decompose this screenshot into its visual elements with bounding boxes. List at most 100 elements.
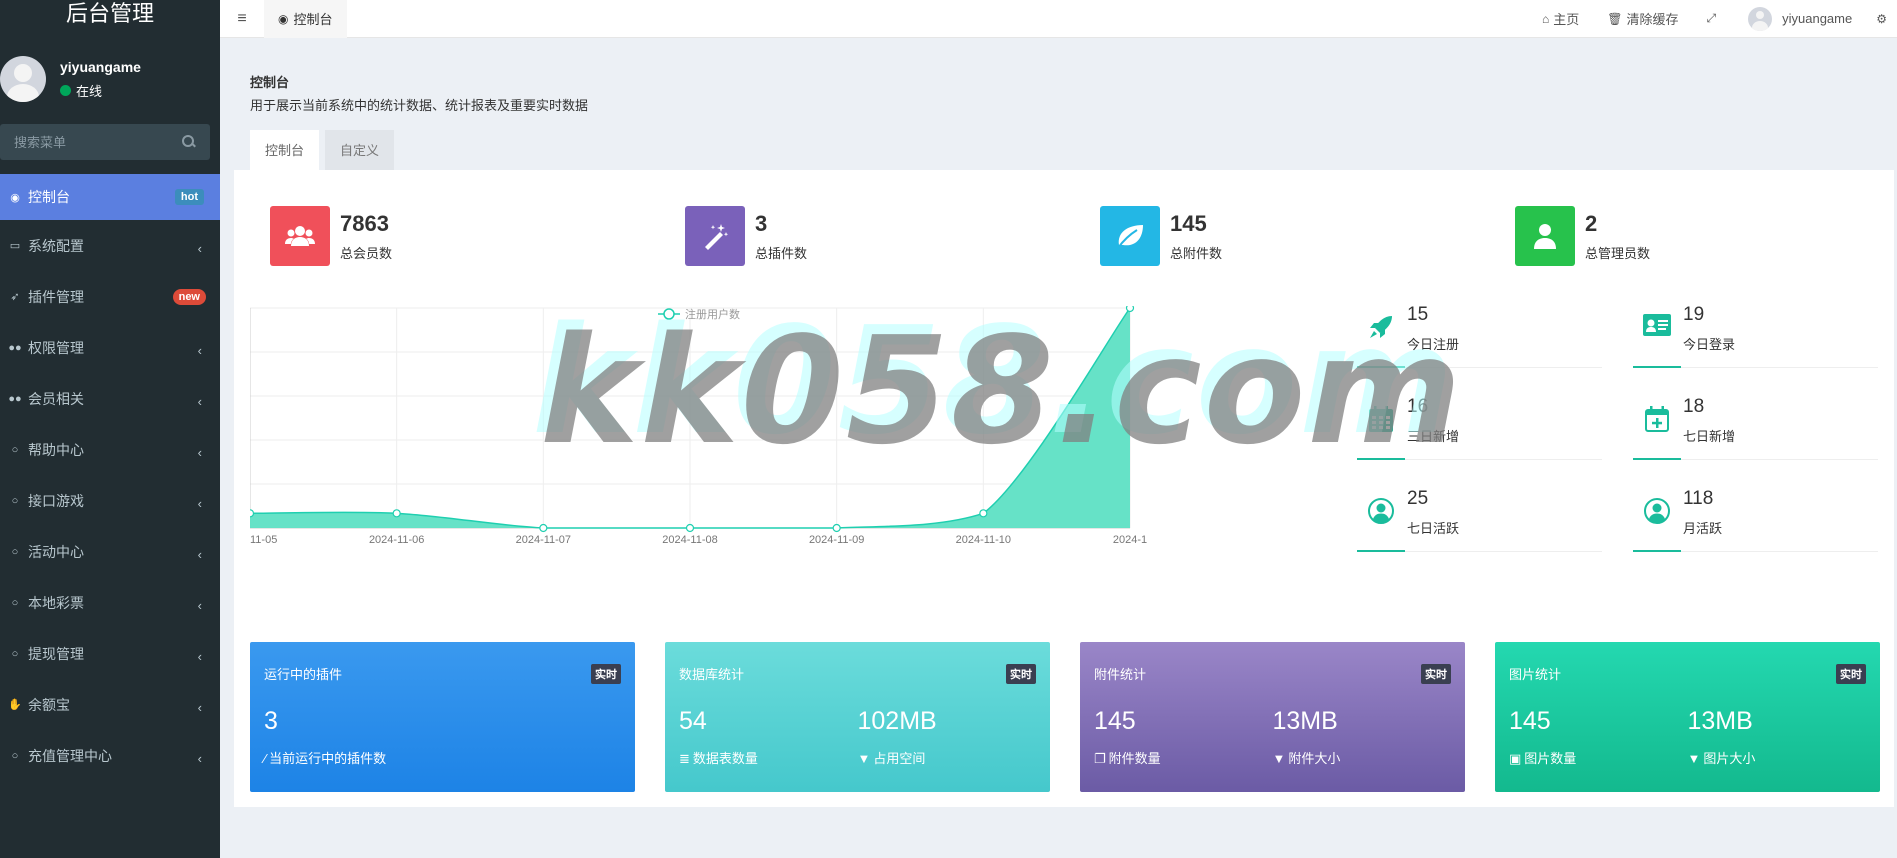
- realtime-badge: 实时: [591, 664, 621, 684]
- card-image-stats: 图片统计 实时 145 ▣ 图片数量 13MB ▼ 图片大小: [1495, 642, 1880, 792]
- filter-icon: ▼: [857, 751, 871, 766]
- menu-toggle-icon[interactable]: ≡: [220, 10, 264, 28]
- sidebar-item-label: 余额宝: [28, 696, 70, 713]
- stat-label: 总管理员数: [1585, 245, 1651, 261]
- data-point: [539, 523, 548, 533]
- tab-dashboard[interactable]: 控制台: [250, 130, 320, 172]
- data-point: [832, 523, 841, 533]
- sidebar-item-plugins[interactable]: ➶ 插件管理 new: [0, 271, 220, 322]
- hot-badge: hot: [174, 189, 204, 205]
- settings-button[interactable]: ⚙: [1866, 12, 1897, 26]
- realtime-badge: 实时: [1421, 664, 1451, 684]
- card-value: 13MB: [1272, 707, 1338, 735]
- sidebar-item-withdraw[interactable]: ○ 提现管理 ‹: [0, 628, 220, 679]
- card-running-plugins: 运行中的插件 实时 3 ⁄ 当前运行中的插件数: [250, 642, 635, 792]
- brand-title[interactable]: 后台管理: [0, 0, 220, 30]
- home-link[interactable]: ⌂ 主页: [1528, 9, 1593, 28]
- fullscreen-icon: ⤢: [1706, 11, 1717, 25]
- x-tick-label: 2024-11-08: [662, 534, 717, 546]
- chevron-left-icon: ‹: [197, 598, 202, 613]
- circle-icon: ○: [11, 494, 19, 507]
- tab-dashboard[interactable]: ◉ 控制台: [264, 0, 347, 38]
- main-content: 控制台 用于展示当前系统中的统计数据、统计报表及重要实时数据 控制台 自定义 7…: [234, 52, 1894, 807]
- user-menu[interactable]: yiyuangame: [1734, 6, 1866, 31]
- filter-icon: ▼: [1272, 751, 1286, 766]
- card-title: 附件统计: [1094, 667, 1147, 682]
- dashboard-icon: ◉: [278, 11, 289, 26]
- sidebar-item-dashboard[interactable]: ◉ 控制台 hot: [0, 174, 220, 220]
- stat-total-admins: 2 总管理员数: [1515, 206, 1650, 266]
- mini-stat-label: 三日新增: [1407, 429, 1460, 444]
- sidebar: 后台管理 yiyuangame 在线 ◉ 控制台 hot ▭ 系统配置 ‹ ➶ …: [0, 0, 220, 858]
- card-value: 145: [1509, 707, 1551, 735]
- calendar-icon: [1367, 406, 1395, 434]
- fullscreen-button[interactable]: ⤢: [1693, 11, 1735, 26]
- legend-marker: [663, 308, 675, 320]
- card-value: 13MB: [1687, 707, 1753, 735]
- top-navbar: ≡ ◉ 控制台 ⌂ 主页 🗑 清除缓存 ⤢ yiyuangame ⚙: [220, 0, 1897, 38]
- user-icon: [1515, 206, 1575, 266]
- user-circle-icon: [1643, 498, 1671, 526]
- sidebar-item-lottery[interactable]: ○ 本地彩票 ‹: [0, 577, 220, 628]
- nav-username: yiyuangame: [1782, 11, 1853, 26]
- clear-cache-label: 清除缓存: [1626, 12, 1679, 27]
- files-icon: ❐: [1094, 751, 1106, 766]
- page-description: 用于展示当前系统中的统计数据、统计报表及重要实时数据: [250, 98, 589, 113]
- home-icon: ⌂: [1542, 11, 1550, 26]
- search-icon[interactable]: [182, 135, 196, 149]
- sidebar-item-api-games[interactable]: ○ 接口游戏 ‹: [0, 475, 220, 526]
- mini-stat-3day-new: 16 三日新增: [1357, 392, 1602, 460]
- sidebar-item-recharge[interactable]: ○ 充值管理中心 ‹: [0, 730, 220, 781]
- mini-stat-value: 25: [1407, 488, 1429, 509]
- card-value: 145: [1094, 707, 1136, 735]
- x-tick-label: 2024-11-10: [956, 534, 1011, 546]
- sidebar-item-system-config[interactable]: ▭ 系统配置 ‹: [0, 220, 220, 271]
- data-point: [979, 509, 988, 518]
- user-panel: yiyuangame 在线: [0, 30, 220, 110]
- new-badge: new: [172, 288, 206, 305]
- circle-icon: ○: [11, 596, 19, 609]
- stat-value: 2: [1585, 210, 1598, 236]
- x-tick-label: 2024-11-07: [516, 534, 571, 546]
- stat-label: 总附件数: [1170, 245, 1223, 261]
- mini-stat-7day-active: 25 七日活跃: [1357, 484, 1602, 552]
- sidebar-item-label: 活动中心: [28, 543, 84, 560]
- data-point: [685, 523, 695, 533]
- sidebar-item-permissions[interactable]: ●● 权限管理 ‹: [0, 322, 220, 373]
- x-tick-label: 2024-1: [1113, 534, 1147, 546]
- chevron-left-icon: ‹: [197, 751, 202, 766]
- card-label: 数据表数量: [692, 751, 758, 766]
- tab-custom[interactable]: 自定义: [325, 130, 395, 172]
- circle-icon: ○: [11, 443, 19, 456]
- card-title: 数据库统计: [679, 667, 745, 682]
- database-icon: ≣: [679, 751, 690, 766]
- x-tick-label: 2024-11-09: [809, 534, 864, 546]
- mini-stat-value: 18: [1683, 396, 1705, 417]
- circle-icon: ○: [11, 749, 19, 762]
- mini-stat-value: 15: [1407, 304, 1429, 325]
- page-title: 控制台: [250, 75, 290, 90]
- chevron-left-icon: ‹: [197, 445, 202, 460]
- avatar: [1748, 6, 1773, 31]
- users-icon: ●●: [8, 392, 22, 405]
- clear-cache-button[interactable]: 🗑 清除缓存: [1593, 9, 1692, 28]
- stat-total-attachments: 145 总附件数: [1100, 206, 1222, 266]
- card-database-stats: 数据库统计 实时 54 ≣ 数据表数量 102MB ▼ 占用空间: [665, 642, 1050, 792]
- stat-total-members: 7863 总会员数: [270, 206, 392, 266]
- sidebar-item-members[interactable]: ●● 会员相关 ‹: [0, 373, 220, 424]
- sidebar-item-label: 接口游戏: [28, 492, 84, 509]
- online-status-icon: [60, 84, 71, 96]
- mini-stat-label: 七日活跃: [1407, 521, 1460, 536]
- dashboard-panel: 7863 总会员数 3 总插件数 145 总附件数 2 总管理员数 11-05 …: [234, 170, 1894, 807]
- mini-stat-value: 16: [1407, 396, 1429, 417]
- sidebar-item-help[interactable]: ○ 帮助中心 ‹: [0, 424, 220, 475]
- circle-icon: ○: [11, 647, 19, 660]
- chevron-left-icon: ‹: [197, 394, 202, 409]
- sidebar-item-balance[interactable]: ✋ 余额宝 ‹: [0, 679, 220, 730]
- card-attachment-stats: 附件统计 实时 145 ❐ 附件数量 13MB ▼ 附件大小: [1080, 642, 1465, 792]
- stat-label: 总会员数: [340, 245, 393, 261]
- content-tabs: 控制台 自定义: [234, 130, 1894, 172]
- search-input[interactable]: [14, 134, 164, 150]
- sidebar-item-activities[interactable]: ○ 活动中心 ‹: [0, 526, 220, 577]
- sidebar-item-label: 本地彩票: [28, 594, 84, 611]
